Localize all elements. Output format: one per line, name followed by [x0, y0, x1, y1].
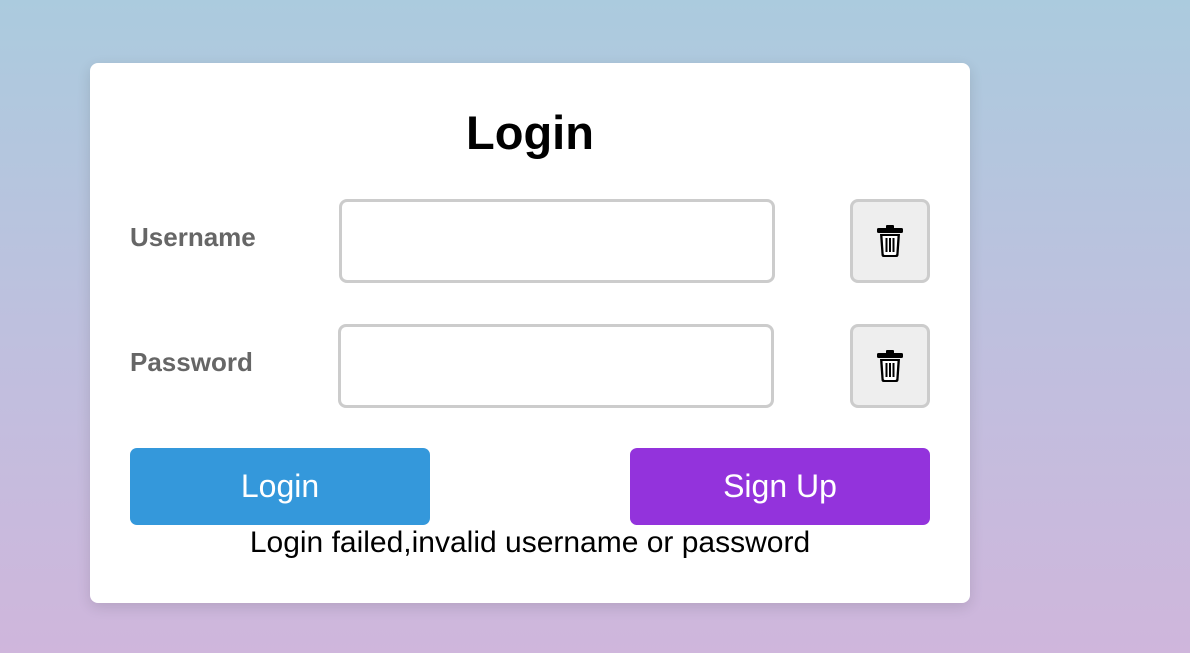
trash-icon [877, 350, 903, 382]
status-message: Login failed,invalid username or passwor… [249, 526, 811, 559]
clear-password-button[interactable] [850, 324, 930, 408]
trash-icon [877, 225, 903, 257]
page-title: Login [466, 106, 594, 159]
signup-button[interactable]: Sign Up [630, 448, 930, 525]
username-input[interactable] [339, 199, 775, 283]
login-button[interactable]: Login [130, 448, 430, 525]
login-card: Login Username Password Login Sign Up Lo… [90, 63, 970, 603]
password-label: Password [130, 347, 253, 377]
clear-username-button[interactable] [850, 199, 930, 283]
username-label: Username [130, 222, 256, 252]
password-input[interactable] [338, 324, 774, 408]
